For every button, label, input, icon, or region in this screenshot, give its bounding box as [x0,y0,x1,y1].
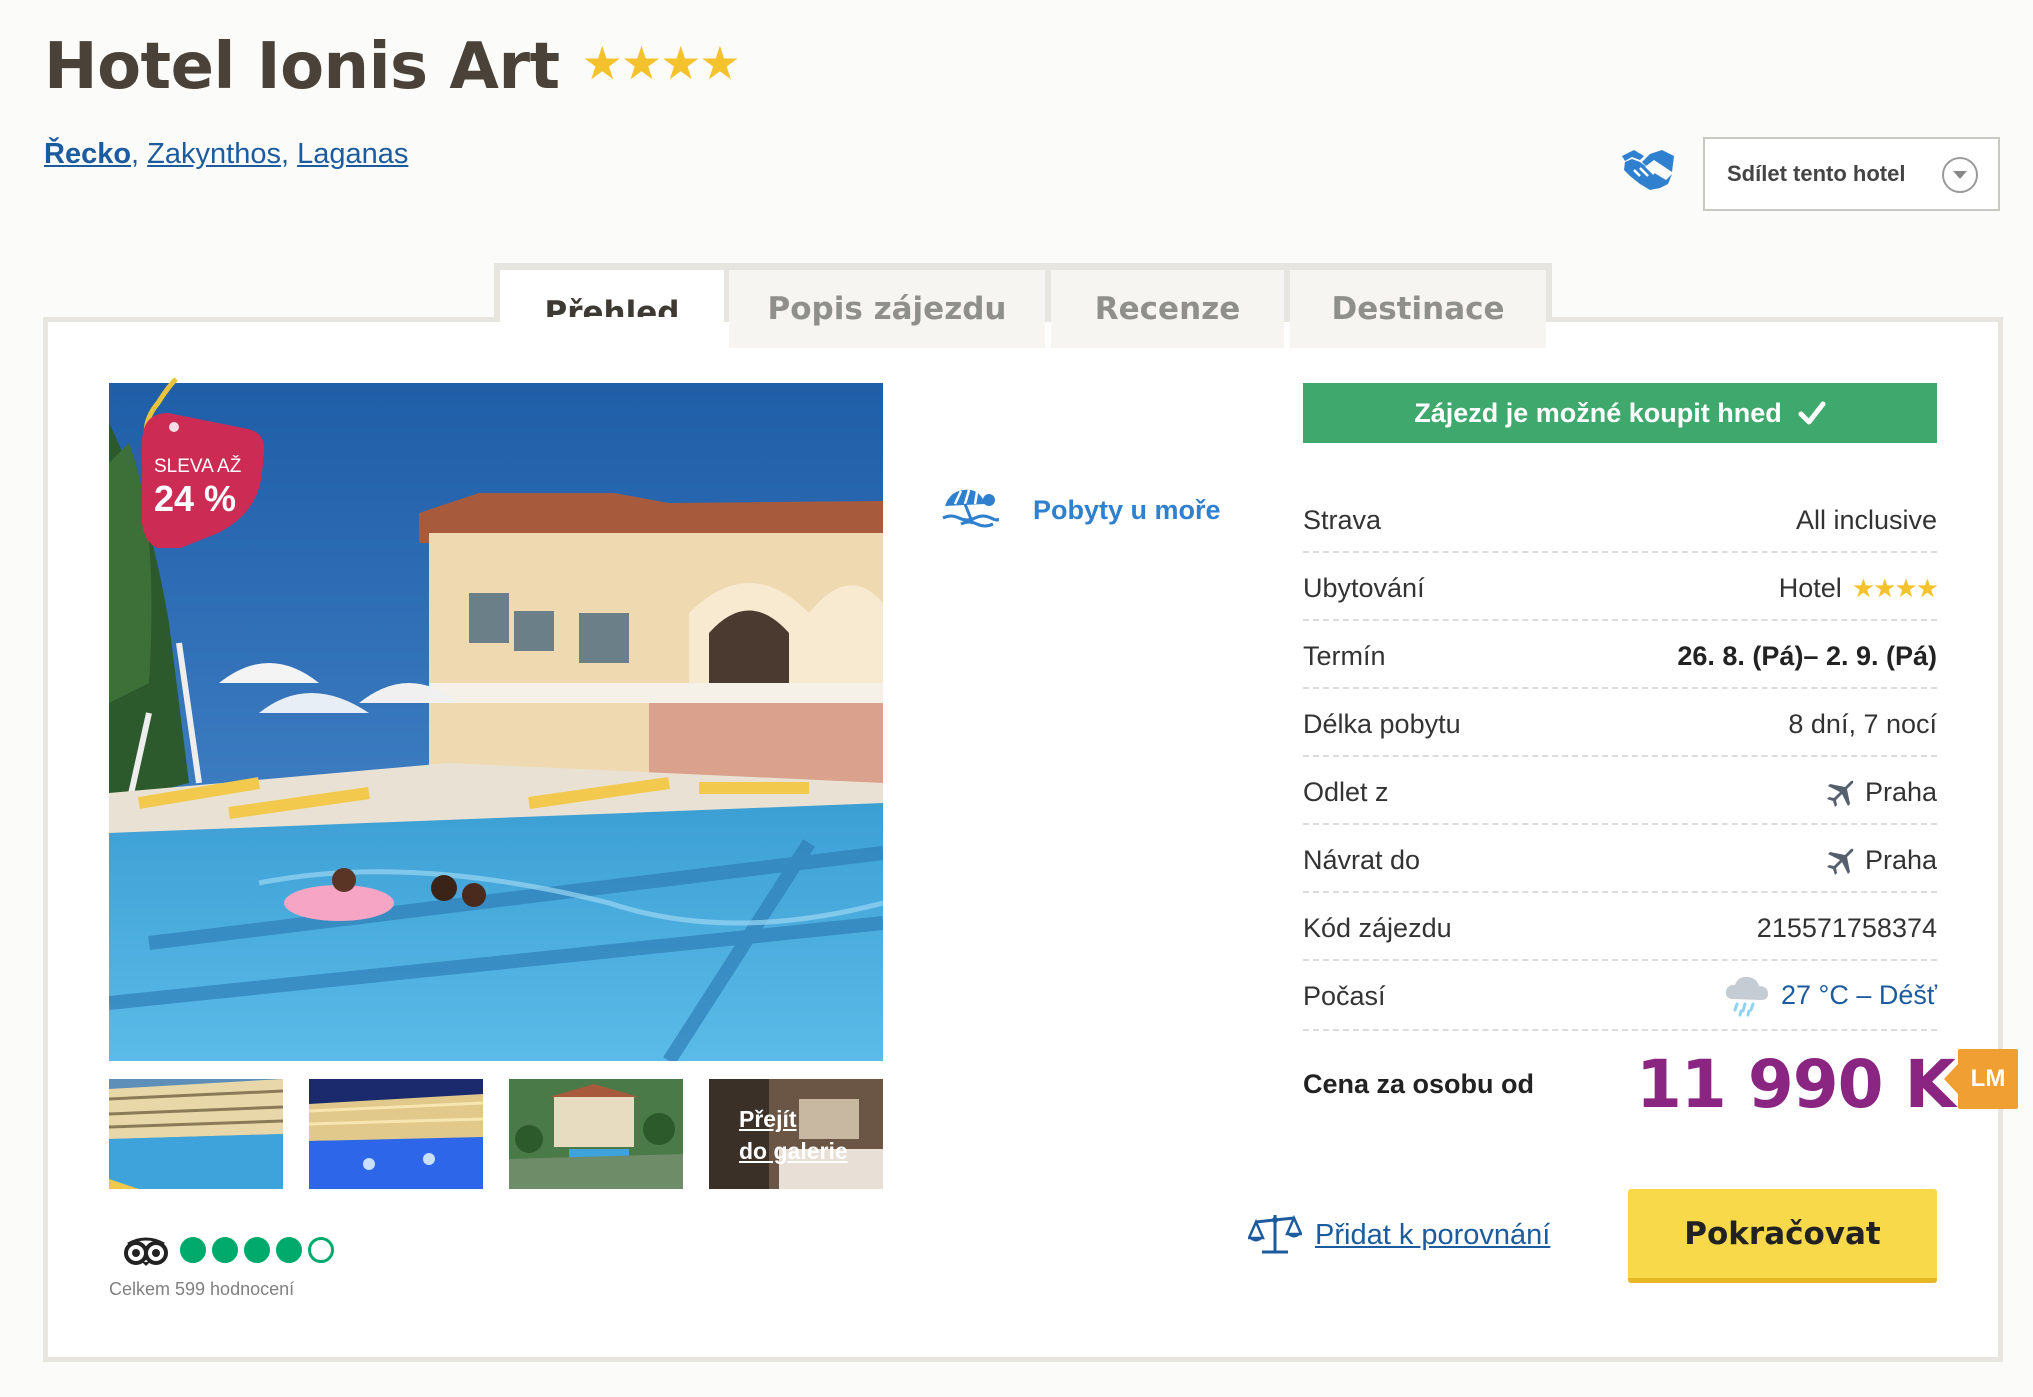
weather-value: 27 °C – Déšť [1723,973,1937,1017]
chevron-down-icon [1942,157,1978,193]
airplane-icon [1826,848,1854,875]
tab-reviews[interactable]: Recenze [1051,270,1284,348]
rating-dot-filled-icon [244,1237,270,1263]
code-label: Kód zájezdu [1303,913,1452,943]
rating-dot-filled-icon [180,1237,206,1263]
rating-dot-filled-icon [212,1237,238,1263]
detail-row-departure: Odlet z Praha [1303,757,1937,825]
hotel-stars-icon: ★★★★ [581,36,741,90]
rain-cloud-icon [1725,976,1768,1017]
length-value: 8 dní, 7 nocí [1788,709,1937,739]
review-count: Celkem 599 hodnocení [109,1279,295,1299]
accommodation-label: Ubytování [1303,573,1425,603]
tripadvisor-rating[interactable] [180,1237,334,1263]
price-value: 11 990 Kč [1636,1046,1994,1123]
return-value: Praha [1825,845,1937,876]
breadcrumb-region-link[interactable]: Zakynthos [147,138,281,170]
availability-text: Zájezd je možné koupit hned [1414,397,1782,428]
handshake-icon[interactable] [1620,144,1676,194]
rating-dot-filled-icon [276,1237,302,1263]
gallery-thumbnail[interactable] [509,1079,683,1189]
breadcrumb-place-link[interactable]: Laganas [297,138,408,170]
gallery-thumbnail[interactable] [109,1079,283,1189]
breadcrumb-country-link[interactable]: Řecko [44,138,131,170]
go-to-gallery-link[interactable]: Přejít do galerie [739,1103,848,1167]
detail-row-weather: Počasí 27 °C – Déšť [1303,961,1937,1031]
tab-destination[interactable]: Destinace [1290,270,1546,348]
departure-value: Praha [1825,777,1937,808]
return-city: Praha [1864,845,1937,875]
meal-value: All inclusive [1795,505,1937,535]
gallery-link-thumbnail[interactable]: Přejít do galerie [709,1079,883,1189]
departure-city: Praha [1864,777,1937,807]
rating-dot-empty-icon [308,1237,334,1263]
gallery-thumbnail[interactable] [309,1079,483,1189]
code-value: 215571758374 [1756,913,1937,943]
detail-row-length: Délka pobytu 8 dní, 7 nocí [1303,689,1937,757]
tab-overview[interactable]: Přehled [500,270,724,356]
add-to-compare-link[interactable]: Přidat k porovnání [1315,1219,1550,1252]
detail-row-accommodation: Ubytování Hotel ★★★★ [1303,553,1939,621]
airplane-icon [1826,780,1854,807]
return-label: Návrat do [1303,845,1421,875]
detail-row-return: Návrat do Praha [1303,825,1937,893]
share-hotel-label: Sdílet tento hotel [1727,161,1906,186]
accommodation-type: Hotel [1778,573,1842,603]
length-label: Délka pobytu [1303,709,1461,739]
tab-tour-description[interactable]: Popis zájezdu [729,270,1045,348]
detail-row-meal: Strava All inclusive [1303,485,1937,553]
share-hotel-dropdown[interactable]: Sdílet tento hotel [1703,137,2000,211]
hotel-title: Hotel Ionis Art ★★★★ [44,30,741,104]
discount-label: SLEVA AŽ [154,456,242,477]
weather-text: 27 °C – Déšť [1781,979,1937,1010]
detail-row-code: Kód zájezdu 215571758374 [1303,893,1937,961]
breadcrumb-separator: , [131,138,148,170]
hotel-name: Hotel Ionis Art [44,30,560,104]
accommodation-value: Hotel ★★★★ [1778,573,1939,604]
detail-row-dates: Termín 26. 8. (Pá)– 2. 9. (Pá) [1303,621,1937,689]
active-tab-join [500,317,724,327]
continue-button[interactable]: Pokračovat [1628,1189,1937,1283]
price-label: Cena za osobu od [1303,1069,1535,1099]
accommodation-stars-icon: ★★★★ [1851,573,1939,603]
departure-label: Odlet z [1303,777,1389,807]
dates-value: 26. 8. (Pá)– 2. 9. (Pá) [1677,641,1937,671]
dates-label: Termín [1303,641,1386,671]
beach-umbrella-icon [942,489,999,528]
last-minute-badge: LM [1944,1049,2018,1109]
checkmark-icon [1798,401,1826,425]
breadcrumb: Řecko, Zakynthos, Laganas [44,138,408,171]
weather-label: Počasí [1303,981,1386,1011]
tripadvisor-owl-icon[interactable] [122,1236,170,1266]
category-link[interactable]: Pobyty u moře [1033,495,1221,526]
breadcrumb-separator: , [280,138,298,170]
compare-scales-icon[interactable] [1248,1212,1302,1256]
discount-value: 24 % [154,478,237,519]
meal-label: Strava [1303,505,1382,535]
availability-banner: Zájezd je možné koupit hned [1303,383,1937,443]
